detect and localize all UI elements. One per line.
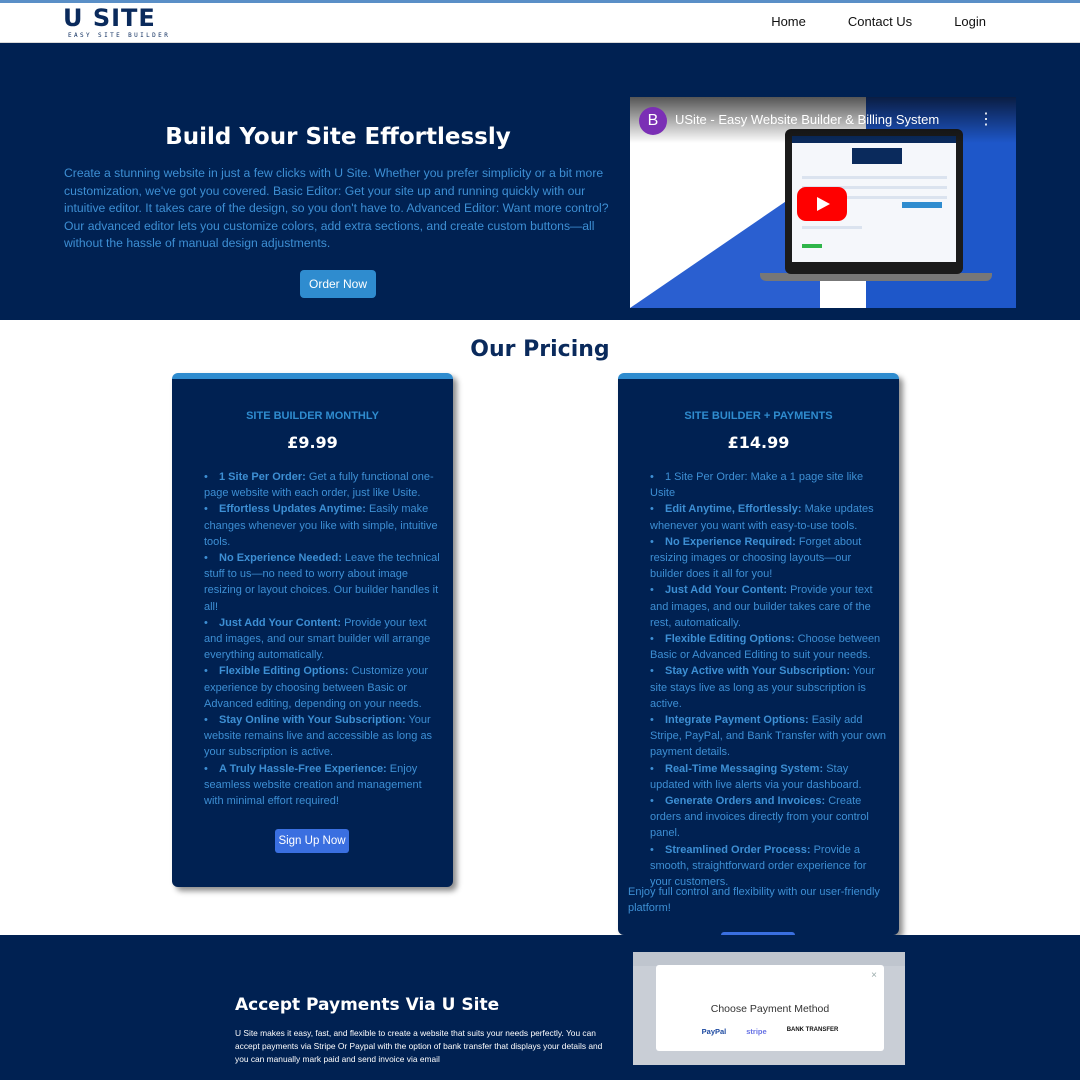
feature-item: Edit Anytime, Effortlessly: Make updates… (650, 501, 887, 533)
feature-list: 1 Site Per Order: Get a fully functional… (204, 469, 441, 809)
feature-list: 1 Site Per Order: Make a 1 page site lik… (650, 469, 887, 890)
payments-title: Accept Payments Via U Site (235, 995, 500, 1015)
payment-options: PayPal stripe BANK TRANSFER (656, 1027, 884, 1036)
nav-home-link[interactable]: Home (771, 14, 806, 29)
more-vert-icon[interactable]: ⋮ (978, 109, 994, 129)
sign-up-button[interactable]: Sign Up Now (275, 829, 349, 853)
main-nav: Home Contact Us Login (729, 14, 986, 29)
feature-item: Streamlined Order Process: Provide a smo… (650, 842, 887, 891)
feature-item: No Experience Needed: Leave the technica… (204, 550, 441, 615)
pricing-title: Our Pricing (470, 337, 610, 362)
video-embed[interactable]: B USite - Easy Website Builder & Billing… (630, 97, 1016, 308)
payments-section: Accept Payments Via U Site U Site makes … (0, 935, 1080, 1080)
site-logo[interactable]: U SITE EASY SITE BUILDER (63, 5, 178, 41)
feature-item: Stay Online with Your Subscription: Your… (204, 712, 441, 761)
screen-block (902, 202, 942, 208)
screen-block (802, 176, 947, 179)
feature-item: Flexible Editing Options: Customize your… (204, 663, 441, 712)
feature-item: Stay Active with Your Subscription: Your… (650, 663, 887, 712)
channel-avatar[interactable]: B (639, 107, 667, 135)
screenshot-bottom-strip (633, 1065, 905, 1080)
plan-name: SITE BUILDER MONTHLY (246, 410, 379, 422)
feature-item: Generate Orders and Invoices: Create ord… (650, 793, 887, 842)
feature-item: 1 Site Per Order: Get a fully functional… (204, 469, 441, 501)
nav-login-link[interactable]: Login (954, 14, 986, 29)
paypal-option: PayPal (701, 1027, 727, 1036)
feature-item: Effortless Updates Anytime: Easily make … (204, 501, 441, 550)
feature-item: No Experience Required: Forget about res… (650, 534, 887, 583)
feature-item: Real-Time Messaging System: Stay updated… (650, 761, 887, 793)
video-title[interactable]: USite - Easy Website Builder & Billing S… (675, 112, 939, 127)
feature-item: Just Add Your Content: Provide your text… (650, 582, 887, 631)
hero-title: Build Your Site Effortlessly (165, 124, 511, 150)
screen-block (802, 244, 822, 248)
close-icon: × (871, 970, 877, 981)
hero-section: Build Your Site Effortlessly Create a st… (0, 43, 1080, 320)
laptop-base (760, 273, 992, 281)
logo-tagline: EASY SITE BUILDER (68, 32, 171, 39)
logo-main-text: U SITE (63, 4, 156, 32)
payments-description: U Site makes it easy, fast, and flexible… (235, 1028, 603, 1064)
modal-title: Choose Payment Method (710, 1003, 830, 1015)
screen-block (852, 148, 902, 164)
screen-block (802, 226, 862, 229)
stripe-option: stripe (746, 1027, 767, 1036)
plan-price: £9.99 (287, 433, 338, 452)
nav-contact-link[interactable]: Contact Us (848, 14, 912, 29)
hero-description: Create a stunning website in just a few … (64, 166, 609, 251)
payment-method-modal: × Choose Payment Method PayPal stripe BA… (656, 965, 884, 1051)
pricing-card-payments: SITE BUILDER + PAYMENTS £14.99 1 Site Pe… (618, 373, 899, 941)
site-header: U SITE EASY SITE BUILDER Home Contact Us… (0, 3, 1080, 43)
plan-name: SITE BUILDER + PAYMENTS (684, 410, 833, 422)
plan-price: £14.99 (727, 433, 790, 452)
feature-item: Flexible Editing Options: Choose between… (650, 631, 887, 663)
payment-method-screenshot: × Choose Payment Method PayPal stripe BA… (633, 952, 905, 1080)
pricing-card-monthly: SITE BUILDER MONTHLY £9.99 1 Site Per Or… (172, 373, 453, 887)
screenshot-table-header (633, 952, 905, 966)
feature-item: Integrate Payment Options: Easily add St… (650, 712, 887, 761)
order-now-button[interactable]: Order Now (300, 270, 376, 298)
youtube-play-icon[interactable] (797, 187, 847, 221)
bank-transfer-option: BANK TRANSFER (786, 1027, 839, 1033)
feature-item: 1 Site Per Order: Make a 1 page site lik… (650, 469, 887, 501)
feature-item: A Truly Hassle-Free Experience: Enjoy se… (204, 761, 441, 810)
feature-item: Just Add Your Content: Provide your text… (204, 615, 441, 664)
plan-summary: Enjoy full control and flexibility with … (628, 886, 880, 915)
